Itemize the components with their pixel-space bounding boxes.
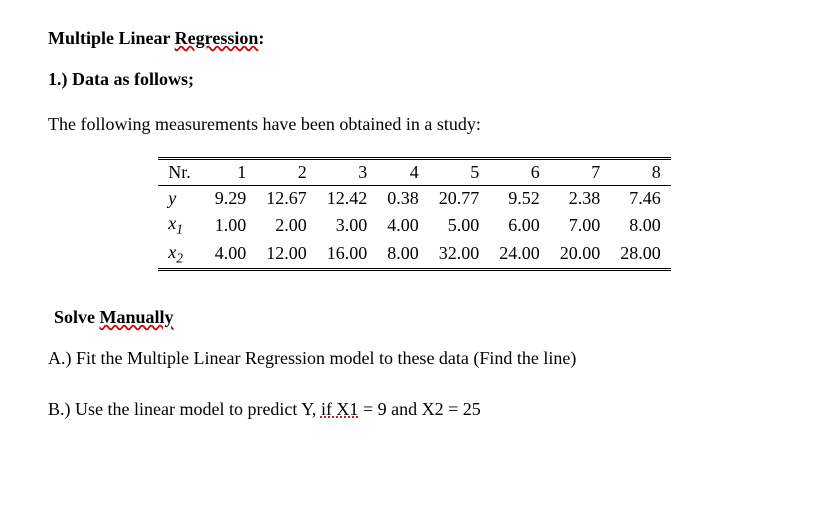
cell: 8.00 xyxy=(610,211,671,240)
data-table: Nr. 1 2 3 4 5 6 7 8 y 9.29 12.67 12.42 0… xyxy=(158,157,671,271)
row-label-x1: x1 xyxy=(158,211,205,240)
cell: 0.38 xyxy=(377,186,429,212)
cell: 20.77 xyxy=(429,186,490,212)
cell: 9.52 xyxy=(489,186,550,212)
cell: 5 xyxy=(429,159,490,186)
cell: 4 xyxy=(377,159,429,186)
cell: 24.00 xyxy=(489,240,550,270)
title-prefix: Multiple Linear xyxy=(48,28,175,48)
row-label-y: y xyxy=(158,186,205,212)
question-b: B.) Use the linear model to predict Y, i… xyxy=(48,399,781,420)
cell: 5.00 xyxy=(429,211,490,240)
cell: 3.00 xyxy=(317,211,378,240)
cell: 12.00 xyxy=(256,240,317,270)
row-label-x2: x2 xyxy=(158,240,205,270)
cell: 8.00 xyxy=(377,240,429,270)
question-a: A.) Fit the Multiple Linear Regression m… xyxy=(48,348,781,369)
cell: 20.00 xyxy=(550,240,611,270)
qb-suffix: = 9 and X2 = 25 xyxy=(358,399,480,419)
cell: 16.00 xyxy=(317,240,378,270)
cell: 2.38 xyxy=(550,186,611,212)
cell: 12.42 xyxy=(317,186,378,212)
table-row: Nr. 1 2 3 4 5 6 7 8 xyxy=(158,159,671,186)
table-row: x1 1.00 2.00 3.00 4.00 5.00 6.00 7.00 8.… xyxy=(158,211,671,240)
cell: 32.00 xyxy=(429,240,490,270)
cell: 1 xyxy=(205,159,257,186)
table-row: y 9.29 12.67 12.42 0.38 20.77 9.52 2.38 … xyxy=(158,186,671,212)
data-heading: 1.) Data as follows; xyxy=(48,69,781,90)
qb-if-part: if X1 xyxy=(321,399,359,419)
intro-text: The following measurements have been obt… xyxy=(48,114,781,135)
table-row: x2 4.00 12.00 16.00 8.00 32.00 24.00 20.… xyxy=(158,240,671,270)
cell: 4.00 xyxy=(377,211,429,240)
cell: 2 xyxy=(256,159,317,186)
row-label-nr: Nr. xyxy=(158,159,205,186)
qb-prefix: B.) Use the linear model to predict Y, xyxy=(48,399,321,419)
cell: 7.00 xyxy=(550,211,611,240)
cell: 3 xyxy=(317,159,378,186)
cell: 4.00 xyxy=(205,240,257,270)
cell: 7 xyxy=(550,159,611,186)
title-suffix: : xyxy=(258,28,264,48)
cell: 7.46 xyxy=(610,186,671,212)
cell: 12.67 xyxy=(256,186,317,212)
solve-underlined: Manually xyxy=(100,307,174,327)
cell: 6.00 xyxy=(489,211,550,240)
data-table-wrapper: Nr. 1 2 3 4 5 6 7 8 y 9.29 12.67 12.42 0… xyxy=(48,157,781,271)
page-title: Multiple Linear Regression: xyxy=(48,28,781,49)
cell: 28.00 xyxy=(610,240,671,270)
title-underlined: Regression xyxy=(175,28,259,48)
cell: 9.29 xyxy=(205,186,257,212)
cell: 8 xyxy=(610,159,671,186)
cell: 2.00 xyxy=(256,211,317,240)
solve-prefix: Solve xyxy=(54,307,100,327)
solve-heading: Solve Manually xyxy=(54,307,781,328)
cell: 1.00 xyxy=(205,211,257,240)
cell: 6 xyxy=(489,159,550,186)
